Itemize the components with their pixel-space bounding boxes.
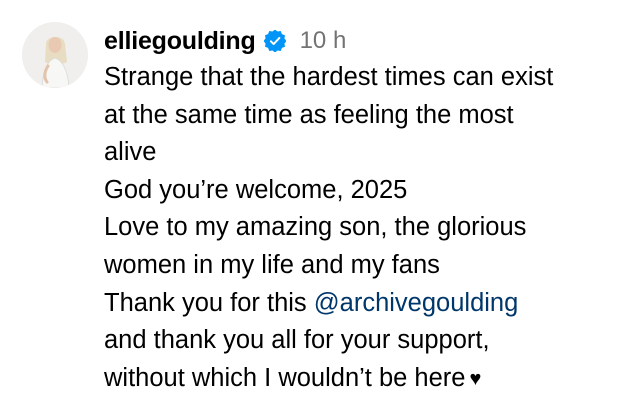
mention-link[interactable]: @archivegoulding [314,289,519,317]
comment-line: Love to my amazing son, the glorious [104,213,527,242]
comment-text: Strange that the hardest times can exist… [104,59,629,398]
comment-line: alive [104,138,157,167]
profile-photo [22,22,88,88]
comment-line: at the same time as feeling the most [104,100,514,129]
username-link[interactable]: elliegoulding [104,27,256,56]
comment-line-prefix: Thank you for this [104,288,314,317]
heart-icon: ♥ [469,367,482,390]
comment-line: and thank you all for your support, [104,326,490,355]
comment-header: elliegoulding 10 h [104,22,629,60]
comment-line-with-mention: Thank you for this @archivegoulding [104,285,629,323]
comment-line-text: without which I wouldn’t be here [104,363,466,392]
comment-line-last: without which I wouldn’t be here ♥ [104,360,629,399]
comment-line: Strange that the hardest times can exist [104,63,554,91]
verified-badge-icon [263,29,287,53]
comment: elliegoulding 10 h Strange that the hard… [22,22,634,398]
comment-body: elliegoulding 10 h Strange that the hard… [104,22,629,398]
timestamp: 10 h [299,27,347,54]
comment-line: God you’re welcome, 2025 [104,175,408,204]
comment-line: women in my life and my fans [104,250,440,279]
avatar[interactable] [22,22,88,88]
